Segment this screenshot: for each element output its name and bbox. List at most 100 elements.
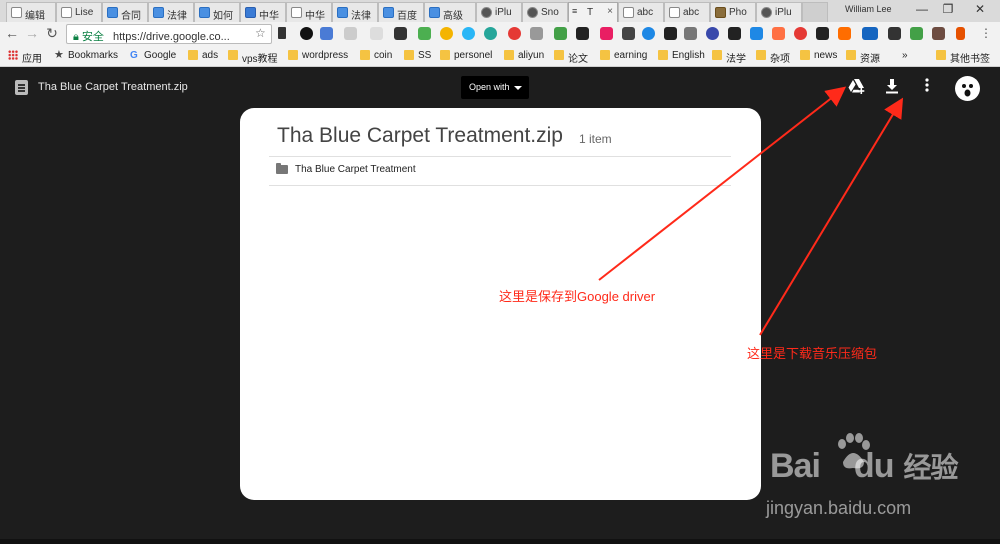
reload-icon[interactable]: ↻ bbox=[44, 25, 60, 42]
badge-ext-icon[interactable] bbox=[394, 27, 407, 40]
blue-ext-icon[interactable] bbox=[642, 27, 655, 40]
github-icon bbox=[481, 7, 492, 18]
address-bar[interactable]: 🔒︎ 安全 https://drive.google.co... bbox=[66, 24, 272, 44]
browser-tab[interactable]: 百度 bbox=[378, 2, 424, 22]
bookmark-apps[interactable]: 应用 bbox=[8, 50, 42, 65]
bookmark-folder[interactable]: English bbox=[658, 50, 705, 61]
close-tab-icon[interactable]: × bbox=[607, 6, 613, 17]
translate-ext-icon[interactable] bbox=[320, 27, 333, 40]
browser-chrome: 编辑 Lise 合同 法律 如何 中华 中华 法律 百度 高级 iPlu Sno… bbox=[0, 0, 1000, 67]
bookmark-google[interactable]: G Google bbox=[130, 50, 176, 61]
tag-ext-icon[interactable] bbox=[530, 27, 543, 40]
bookmark-folder[interactable]: aliyun bbox=[504, 50, 544, 61]
list-item[interactable]: Tha Blue Carpet Treatment bbox=[269, 157, 731, 185]
browser-tab[interactable]: abc bbox=[618, 2, 664, 22]
bookmark-folder[interactable]: ads bbox=[188, 50, 218, 61]
browser-tab[interactable]: Pho bbox=[710, 2, 756, 22]
grammarly-ext-icon[interactable] bbox=[484, 27, 497, 40]
bookmark-folder[interactable]: earning bbox=[600, 50, 647, 61]
zip-title: Tha Blue Carpet Treatment.zip bbox=[277, 124, 563, 147]
browser-tab[interactable]: iPlu bbox=[756, 2, 802, 22]
avatar[interactable] bbox=[955, 76, 980, 101]
browser-tab[interactable]: 合同 bbox=[102, 2, 148, 22]
download-green-ext-icon[interactable] bbox=[910, 27, 923, 40]
more-vert-icon[interactable] bbox=[917, 78, 937, 98]
orange-ext-icon[interactable] bbox=[838, 27, 851, 40]
download-icon[interactable] bbox=[882, 78, 902, 98]
folder-icon bbox=[658, 50, 668, 60]
bookmark-folder[interactable]: 法学 bbox=[712, 50, 746, 65]
page-icon bbox=[61, 7, 72, 18]
s-ext-icon[interactable] bbox=[554, 27, 567, 40]
item-count: 1 item bbox=[579, 132, 612, 146]
bookmark-star-icon[interactable]: ☆ bbox=[255, 26, 266, 40]
browser-tab[interactable]: 中华 bbox=[286, 2, 332, 22]
photo-ext-icon[interactable] bbox=[888, 27, 901, 40]
check-ext-icon[interactable] bbox=[664, 27, 677, 40]
bookmark-folder[interactable]: vps教程 bbox=[228, 50, 278, 65]
browser-tab[interactable]: 法律 bbox=[148, 2, 194, 22]
browser-tab[interactable]: 编辑 bbox=[6, 2, 56, 22]
pen-ext-icon[interactable] bbox=[728, 27, 741, 40]
cloud-ext-icon[interactable] bbox=[684, 27, 697, 40]
open-with-button[interactable]: Open with bbox=[461, 76, 529, 99]
profile-name[interactable]: William Lee bbox=[845, 4, 892, 14]
bookmark-folder[interactable]: 杂项 bbox=[756, 50, 790, 65]
hd-ext-icon[interactable] bbox=[344, 27, 357, 40]
rocket-ext-icon[interactable] bbox=[772, 27, 785, 40]
hand-ext-icon[interactable] bbox=[600, 27, 613, 40]
chrome-ext-icon[interactable] bbox=[440, 27, 453, 40]
forward-icon[interactable]: → bbox=[24, 25, 40, 41]
close-window-icon[interactable]: ✕ bbox=[970, 2, 990, 16]
browser-tab[interactable]: iPlu bbox=[476, 2, 522, 22]
bookmarks-overflow-button[interactable]: » bbox=[902, 50, 908, 61]
apps-icon bbox=[8, 50, 18, 60]
github-icon bbox=[527, 7, 538, 18]
chrome-menu-icon[interactable]: ⋮ bbox=[978, 26, 994, 40]
bookmark-folder[interactable]: personel bbox=[440, 50, 492, 61]
bookmark-other-folder[interactable]: 其他书签 bbox=[936, 50, 990, 65]
download-orange-ext-icon[interactable] bbox=[956, 27, 965, 40]
star-icon: ★ bbox=[54, 49, 64, 61]
folder-icon bbox=[228, 50, 238, 60]
color-ext-icon[interactable] bbox=[462, 27, 475, 40]
bookmark-bookmarks[interactable]: ★ Bookmarks bbox=[54, 49, 118, 61]
red-ext-icon[interactable] bbox=[794, 27, 807, 40]
bookmark-folder[interactable]: SS bbox=[404, 50, 431, 61]
browser-tab[interactable]: abc bbox=[664, 2, 710, 22]
dark-ext-icon[interactable] bbox=[576, 27, 589, 40]
new-badge-ext-icon[interactable] bbox=[862, 27, 878, 40]
shield-ext-icon[interactable] bbox=[370, 27, 383, 40]
download-ext-icon[interactable] bbox=[278, 27, 286, 39]
bookmark-folder[interactable]: news bbox=[800, 50, 837, 61]
browser-tab[interactable]: 高级 bbox=[424, 2, 476, 22]
browser-tab[interactable]: 如何 bbox=[194, 2, 240, 22]
bookmarks-bar: 应用 ★ Bookmarks G Google ads vps教程 wordpres… bbox=[0, 46, 1000, 67]
folder-icon bbox=[756, 50, 766, 60]
camera-ext-icon[interactable] bbox=[622, 27, 635, 40]
circle-ext-icon[interactable] bbox=[300, 27, 313, 40]
c-ext-icon[interactable] bbox=[816, 27, 829, 40]
bookmark-folder[interactable]: coin bbox=[360, 50, 392, 61]
restore-icon[interactable]: ❐ bbox=[938, 2, 958, 16]
p-ext-icon[interactable] bbox=[750, 27, 763, 40]
brown-ext-icon[interactable] bbox=[932, 27, 945, 40]
bookmark-folder[interactable]: wordpress bbox=[288, 50, 348, 61]
evernote-ext-icon[interactable] bbox=[418, 27, 431, 40]
browser-tab-active[interactable]: ≡ T × bbox=[568, 2, 618, 22]
bookmark-folder[interactable]: 论文 bbox=[554, 50, 588, 65]
tab-strip: 编辑 Lise 合同 法律 如何 中华 中华 法律 百度 高级 iPlu Sno… bbox=[0, 0, 1000, 22]
folder-icon bbox=[936, 50, 946, 60]
new-tab-button[interactable] bbox=[802, 2, 828, 22]
back-icon[interactable]: ← bbox=[4, 25, 20, 41]
annotation-download: 这里是下载音乐压缩包 bbox=[747, 346, 878, 361]
minimize-icon[interactable]: — bbox=[912, 2, 932, 16]
browser-tab[interactable]: Lise bbox=[56, 2, 102, 22]
add-to-drive-icon[interactable] bbox=[847, 78, 867, 98]
browser-tab[interactable]: 法律 bbox=[332, 2, 378, 22]
arrow-ext-icon[interactable] bbox=[706, 27, 719, 40]
bookmark-folder[interactable]: 资源 bbox=[846, 50, 880, 65]
browser-tab[interactable]: Sno bbox=[522, 2, 568, 22]
browser-tab[interactable]: 中华 bbox=[240, 2, 286, 22]
q-ext-icon[interactable] bbox=[508, 27, 521, 40]
